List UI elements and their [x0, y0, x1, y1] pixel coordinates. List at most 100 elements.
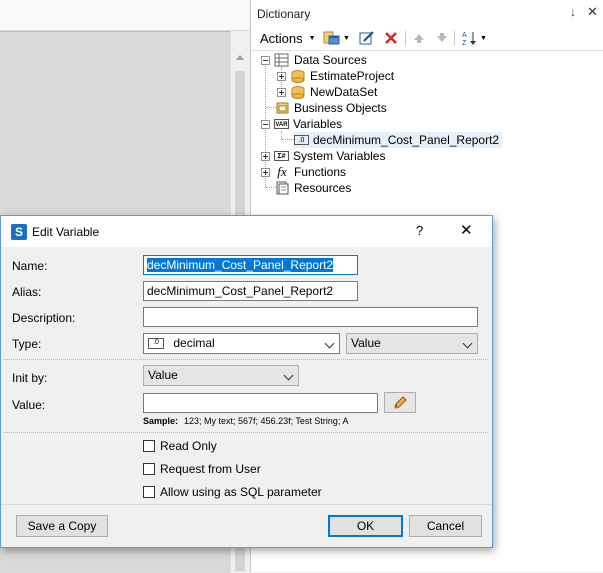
- sort-button[interactable]: A Z ▼: [461, 29, 487, 47]
- description-label: Description:: [12, 311, 76, 325]
- tree-item-label: Functions: [294, 165, 347, 179]
- tree-connector: [281, 131, 283, 139]
- scroll-up-arrow-icon[interactable]: [236, 55, 244, 60]
- pin-icon[interactable]: ↓: [570, 5, 576, 19]
- move-down-button[interactable]: [435, 29, 449, 47]
- actions-menu-button[interactable]: Actions ▼: [260, 29, 316, 47]
- type-kind-value: Value: [351, 336, 381, 350]
- move-down-icon: [437, 33, 447, 42]
- tree-item-label: NewDataSet: [310, 85, 378, 99]
- request-from-user-checkbox[interactable]: Request from User: [143, 461, 261, 477]
- tree-item-business-objects[interactable]: Business Objects: [274, 100, 387, 116]
- svg-text:Z: Z: [462, 40, 467, 47]
- tree-connector: [282, 139, 294, 141]
- allow-sql-checkbox[interactable]: Allow using as SQL parameter: [143, 484, 322, 500]
- sample-text: Sample: 123; My text; 567f; 456.23f; Test…: [143, 416, 348, 426]
- request-from-user-label: Request from User: [160, 462, 261, 476]
- variables-icon: VAR: [274, 119, 289, 129]
- close-panel-icon[interactable]: ✕: [587, 4, 598, 20]
- svg-text:A: A: [462, 32, 467, 39]
- value-editor-button[interactable]: [384, 392, 416, 413]
- data-source-icon: [291, 86, 305, 99]
- dictionary-title: Dictionary: [257, 7, 311, 21]
- dialog-footer: Save a Copy OK Cancel: [1, 504, 492, 548]
- dialog-title: Edit Variable: [32, 225, 100, 239]
- save-copy-button[interactable]: Save a Copy: [16, 515, 108, 537]
- business-objects-icon: [276, 102, 289, 114]
- toolbar-separator: [454, 31, 455, 45]
- checkbox-box[interactable]: [143, 463, 155, 475]
- init-by-label: Init by:: [12, 371, 48, 385]
- description-field[interactable]: [143, 307, 478, 327]
- stimulsoft-logo-icon: S: [11, 224, 27, 240]
- name-field[interactable]: decMinimum_Cost_Panel_Report2: [143, 255, 358, 275]
- tree-item-label: Business Objects: [294, 101, 387, 115]
- read-only-label: Read Only: [160, 439, 217, 453]
- actions-dropdown-icon: ▼: [308, 34, 316, 42]
- toolbar-separator: [405, 31, 406, 45]
- sample-label: Sample:: [143, 416, 179, 426]
- init-by-select[interactable]: Value: [143, 365, 299, 386]
- data-source-icon: [291, 70, 305, 83]
- tree-item-variables[interactable]: VAR Variables: [261, 116, 342, 132]
- new-item-icon: [323, 31, 340, 45]
- move-up-icon: [414, 34, 424, 43]
- designer-top-strip: [0, 0, 249, 31]
- decimal-type-icon: .0: [148, 338, 164, 350]
- cancel-button[interactable]: Cancel: [409, 515, 482, 537]
- help-icon[interactable]: ?: [416, 223, 423, 238]
- tree-item-label: Resources: [294, 181, 352, 195]
- collapse-toggle-icon[interactable]: [261, 119, 270, 129]
- chevron-down-icon: [283, 370, 294, 381]
- dictionary-header: Dictionary ↓ ✕: [251, 0, 603, 26]
- tree-item-resources[interactable]: Resources: [274, 180, 351, 196]
- expand-toggle-icon[interactable]: [277, 71, 286, 81]
- sort-icon: A Z: [462, 32, 476, 47]
- section-divider: [4, 432, 488, 433]
- edit-button[interactable]: [359, 29, 375, 47]
- ok-button[interactable]: OK: [328, 515, 403, 537]
- edit-variable-dialog: S Edit Variable ? ✕ Name: decMinimum_Cos…: [0, 215, 493, 548]
- tree-item-functions[interactable]: fx Functions: [261, 164, 346, 180]
- value-label: Value:: [12, 398, 46, 412]
- edit-icon: [359, 31, 374, 45]
- tree-item-label: Variables: [293, 117, 343, 131]
- alias-field[interactable]: decMinimum_Cost_Panel_Report2: [143, 281, 358, 301]
- tree-item-label: decMinimum_Cost_Panel_Report2: [313, 133, 500, 147]
- alias-value: decMinimum_Cost_Panel_Report2: [147, 284, 334, 298]
- expand-toggle-icon[interactable]: [261, 167, 270, 177]
- chevron-down-icon: [462, 338, 473, 349]
- new-item-button[interactable]: ▼: [323, 29, 350, 47]
- type-label: Type:: [12, 337, 42, 351]
- expand-toggle-icon[interactable]: [277, 87, 286, 97]
- tree-item-estimate-project[interactable]: EstimateProject: [277, 68, 394, 84]
- decimal-variable-icon: .0: [294, 135, 309, 145]
- expand-toggle-icon[interactable]: [261, 151, 270, 161]
- database-icon: [274, 53, 289, 67]
- type-select[interactable]: .0 decimal: [143, 333, 340, 354]
- close-icon[interactable]: ✕: [460, 221, 473, 239]
- checkbox-box[interactable]: [143, 440, 155, 452]
- collapse-toggle-icon[interactable]: [261, 55, 270, 65]
- tree-item-system-variables[interactable]: Σ# System Variables: [261, 148, 385, 164]
- type-kind-select[interactable]: Value: [346, 333, 478, 354]
- value-field[interactable]: [143, 393, 378, 413]
- section-divider: [4, 359, 488, 360]
- name-label: Name:: [12, 259, 48, 273]
- tree-item-label: Data Sources: [294, 53, 367, 67]
- sample-value: 123; My text; 567f; 456.23f; Test String…: [184, 416, 349, 426]
- resources-icon: [276, 181, 289, 195]
- alias-label: Alias:: [12, 285, 42, 299]
- read-only-checkbox[interactable]: Read Only: [143, 438, 217, 454]
- tree-item-variable-decminimum[interactable]: .0 decMinimum_Cost_Panel_Report2: [294, 132, 503, 148]
- function-icon: fx: [277, 164, 287, 179]
- tree-item-data-sources[interactable]: Data Sources: [261, 52, 367, 68]
- delete-button[interactable]: [383, 29, 399, 47]
- dialog-titlebar[interactable]: S Edit Variable ? ✕: [1, 216, 492, 247]
- init-by-value: Value: [148, 368, 178, 382]
- name-value: decMinimum_Cost_Panel_Report2: [147, 258, 334, 272]
- sort-dropdown-icon: ▼: [480, 34, 487, 42]
- move-up-button[interactable]: [412, 29, 426, 47]
- checkbox-box[interactable]: [143, 486, 155, 498]
- tree-item-new-data-set[interactable]: NewDataSet: [277, 84, 377, 100]
